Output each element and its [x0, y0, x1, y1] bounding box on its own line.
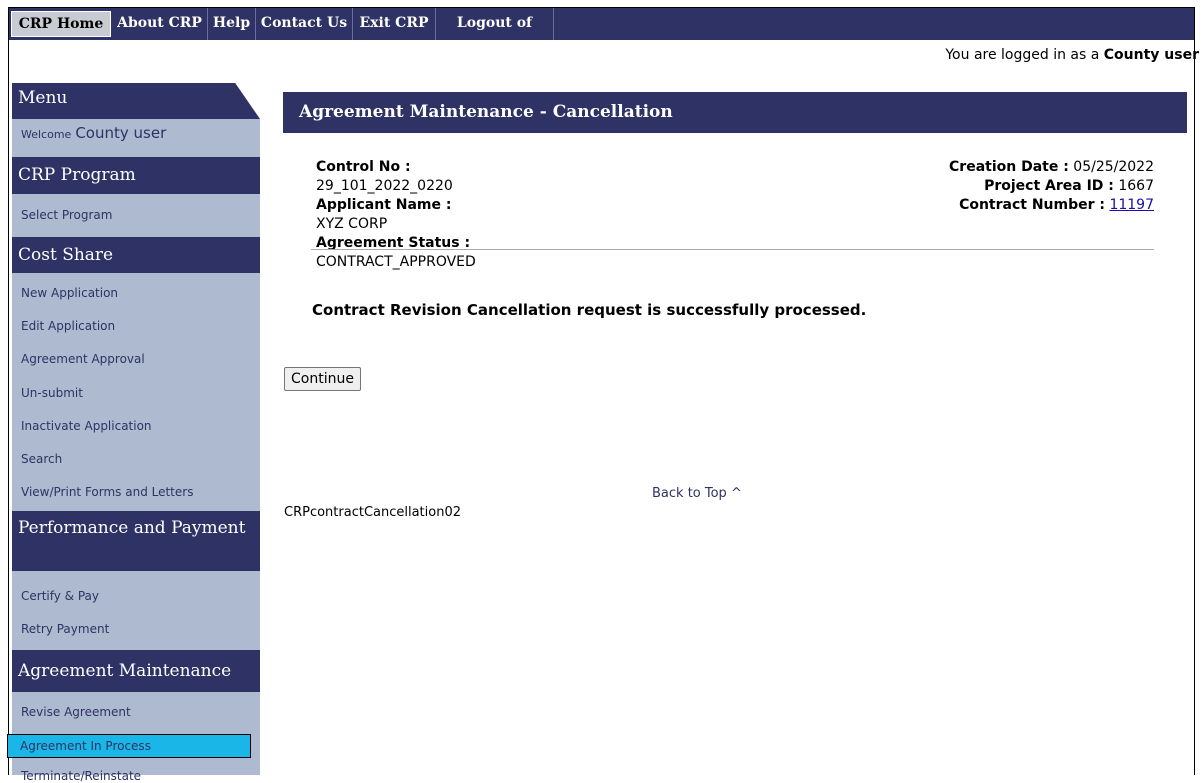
tab-exit-crp[interactable]: Exit CRP	[353, 8, 436, 40]
status-value: CONTRACT_APPROVED	[316, 254, 476, 270]
project-area-row: Project Area ID : 1667	[949, 177, 1154, 196]
sidebar-item-select-program[interactable]: Select Program	[21, 208, 112, 222]
contract-number-link[interactable]: 11197	[1109, 197, 1154, 213]
tab-contact-us[interactable]: Contact Us	[256, 8, 353, 40]
sidebar-section-cost-share: Cost Share	[12, 237, 260, 273]
page-title: Agreement Maintenance - Cancellation	[283, 92, 1187, 133]
creation-date-label: Creation Date :	[949, 159, 1069, 175]
control-no-label: Control No :	[316, 159, 411, 175]
logged-in-role: County user	[1103, 47, 1199, 63]
applicant-row: Applicant Name : XYZ CORP	[316, 196, 476, 234]
sidebar-item-un-submit[interactable]: Un-submit	[21, 386, 83, 400]
creation-date-value: 05/25/2022	[1073, 159, 1154, 175]
page-id: CRPcontractCancellation02	[284, 505, 462, 520]
sidebar: Menu Welcome County user CRP Program Sele…	[7, 83, 260, 783]
sidebar-group-cost-share: New Application Edit Application Agreeme…	[12, 273, 260, 511]
sidebar-welcome: Welcome County user	[21, 124, 166, 142]
sidebar-item-terminate-reinstate[interactable]: Terminate/Reinstate	[21, 769, 141, 783]
top-navigation: CRP Home About CRP Help Contact Us Exit …	[9, 8, 1194, 61]
tab-crp-home[interactable]: CRP Home	[11, 11, 111, 37]
sidebar-section-crp-program: CRP Program	[12, 157, 260, 194]
tab-about-crp[interactable]: About CRP	[112, 8, 208, 40]
welcome-name: County user	[75, 124, 167, 142]
sidebar-group-agreement-maintenance: Revise Agreement Agreement In Process Te…	[7, 692, 260, 783]
sidebar-item-edit-application[interactable]: Edit Application	[21, 319, 115, 333]
agreement-info-left: Control No : 29_101_2022_0220 Applicant …	[316, 158, 476, 272]
sidebar-item-agreement-in-process[interactable]: Agreement In Process	[7, 734, 251, 758]
sidebar-item-retry-payment[interactable]: Retry Payment	[21, 622, 109, 636]
logged-in-prefix: You are logged in as a	[945, 47, 1100, 63]
contract-number-label: Contract Number :	[959, 197, 1105, 213]
sidebar-item-certify-pay[interactable]: Certify & Pay	[21, 589, 99, 603]
welcome-label: Welcome	[21, 128, 72, 141]
success-message: Contract Revision Cancellation request i…	[312, 301, 867, 319]
sidebar-item-inactivate-application[interactable]: Inactivate Application	[21, 419, 152, 433]
tab-help[interactable]: Help	[208, 8, 256, 40]
continue-button[interactable]: Continue	[284, 367, 361, 391]
sidebar-item-revise-agreement[interactable]: Revise Agreement	[21, 705, 131, 719]
contract-number-row: Contract Number : 11197	[949, 196, 1154, 215]
sidebar-item-agreement-approval[interactable]: Agreement Approval	[21, 352, 145, 366]
sidebar-group-crp-program: Select Program	[12, 194, 260, 237]
project-area-label: Project Area ID :	[984, 178, 1114, 194]
control-no-row: Control No : 29_101_2022_0220	[316, 158, 476, 196]
sidebar-item-new-application[interactable]: New Application	[21, 286, 118, 300]
back-to-top-link[interactable]: Back to Top ^	[652, 486, 742, 501]
logged-in-status: You are logged in as a County user	[945, 47, 1199, 63]
agreement-info-right: Creation Date : 05/25/2022 Project Area …	[949, 158, 1154, 215]
status-row: Agreement Status : CONTRACT_APPROVED	[316, 234, 476, 272]
sidebar-group-performance-payment: Certify & Pay Retry Payment	[12, 571, 260, 650]
sidebar-section-agreement-maintenance: Agreement Maintenance	[12, 650, 260, 692]
project-area-value: 1667	[1118, 178, 1154, 194]
sidebar-item-view-print-forms[interactable]: View/Print Forms and Letters	[21, 485, 193, 499]
tab-logout[interactable]: Logout of eAuth	[436, 8, 554, 61]
applicant-label: Applicant Name :	[316, 197, 452, 213]
creation-date-row: Creation Date : 05/25/2022	[949, 158, 1154, 177]
sidebar-welcome-panel: Welcome County user	[12, 119, 260, 157]
sidebar-menu-title: Menu	[12, 83, 260, 119]
applicant-value: XYZ CORP	[316, 216, 388, 232]
control-no-value: 29_101_2022_0220	[316, 178, 453, 194]
sidebar-section-performance-payment: Performance and Payment	[12, 511, 260, 571]
divider	[311, 249, 1154, 250]
sidebar-item-search[interactable]: Search	[21, 452, 62, 466]
